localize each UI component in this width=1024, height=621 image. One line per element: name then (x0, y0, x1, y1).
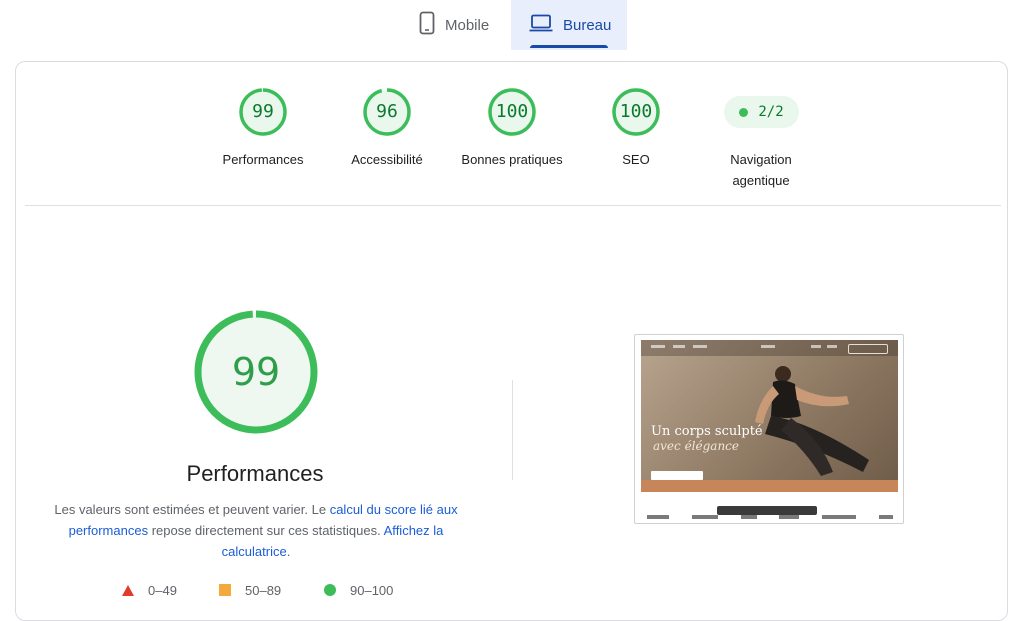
legend-pass: 90–100 (324, 581, 393, 599)
smartphone-icon (419, 11, 435, 40)
thumbnail-floor (641, 480, 898, 492)
legend-fail: 0–49 (122, 581, 177, 599)
gauge-best-practices-label: Bonnes pratiques (461, 152, 563, 167)
legend-average: 50–89 (219, 581, 281, 599)
legend-fail-label: 0–49 (148, 582, 177, 598)
performance-score-large: 99 (231, 350, 281, 394)
performance-title: Performances (186, 461, 324, 486)
thumbnail-cookie-banner (717, 506, 817, 515)
legend-pass-label: 90–100 (350, 582, 394, 598)
gauge-accessibility-score: 96 (376, 101, 398, 122)
performance-description: Les valeurs sont estimées et peuvent var… (46, 499, 466, 562)
thumbnail-headline: Un corps sculpté (651, 424, 763, 439)
desc-text-1: Les valeurs sont estimées et peuvent var… (54, 502, 330, 517)
gauge-performance-score: 99 (252, 101, 274, 122)
thumbnail-logo-strip (647, 515, 893, 521)
laptop-icon (529, 14, 553, 37)
agentic-navigation-count: 2/2 (758, 104, 784, 120)
gauge-performance-label: Performances (222, 152, 304, 167)
thumbnail-hero-image: Un corps sculpté avec élégance (641, 340, 898, 492)
thumbnail-cta-button (651, 471, 703, 480)
pass-dot-icon (739, 107, 749, 117)
agentic-label-line2: agentique (732, 173, 790, 188)
final-screenshot-thumbnail[interactable]: Un corps sculpté avec élégance (634, 334, 904, 524)
gauge-seo-score: 100 (619, 101, 653, 122)
gauge-seo[interactable]: 100 (611, 87, 661, 137)
performance-gauge-large: 99 (193, 309, 319, 435)
thumbnail-figure-illustration (755, 366, 869, 476)
tab-mobile-label: Mobile (445, 16, 490, 34)
tab-mobile[interactable]: Mobile (405, 0, 511, 50)
triangle-icon (122, 584, 134, 596)
desc-text-2: repose directement sur ces statistiques. (148, 523, 384, 538)
legend-average-label: 50–89 (245, 582, 282, 598)
gauge-seo-label: SEO (622, 152, 650, 167)
thumbnail-nav-bar (641, 340, 898, 356)
gauge-best-practices-score: 100 (495, 101, 529, 122)
device-tabs: Mobile Bureau (0, 0, 1024, 50)
desc-text-3: . (286, 544, 291, 559)
gauge-performance[interactable]: 99 (238, 87, 288, 137)
gauge-accessibility-label: Accessibilité (351, 152, 423, 167)
section-divider (25, 205, 1001, 206)
tab-desktop[interactable]: Bureau (511, 0, 627, 50)
tab-selected-indicator (530, 45, 608, 48)
vertical-divider (512, 380, 513, 480)
thumbnail-subheadline: avec élégance (653, 439, 739, 453)
circle-icon (324, 584, 336, 596)
tab-desktop-label: Bureau (563, 16, 612, 34)
agentic-navigation-badge[interactable]: 2/2 (724, 96, 799, 128)
agentic-label-line1: Navigation (730, 152, 792, 167)
gauge-best-practices[interactable]: 100 (487, 87, 537, 137)
agentic-navigation-label: Navigation agentique (691, 149, 831, 191)
gauge-accessibility[interactable]: 96 (362, 87, 412, 137)
square-icon (219, 584, 231, 596)
